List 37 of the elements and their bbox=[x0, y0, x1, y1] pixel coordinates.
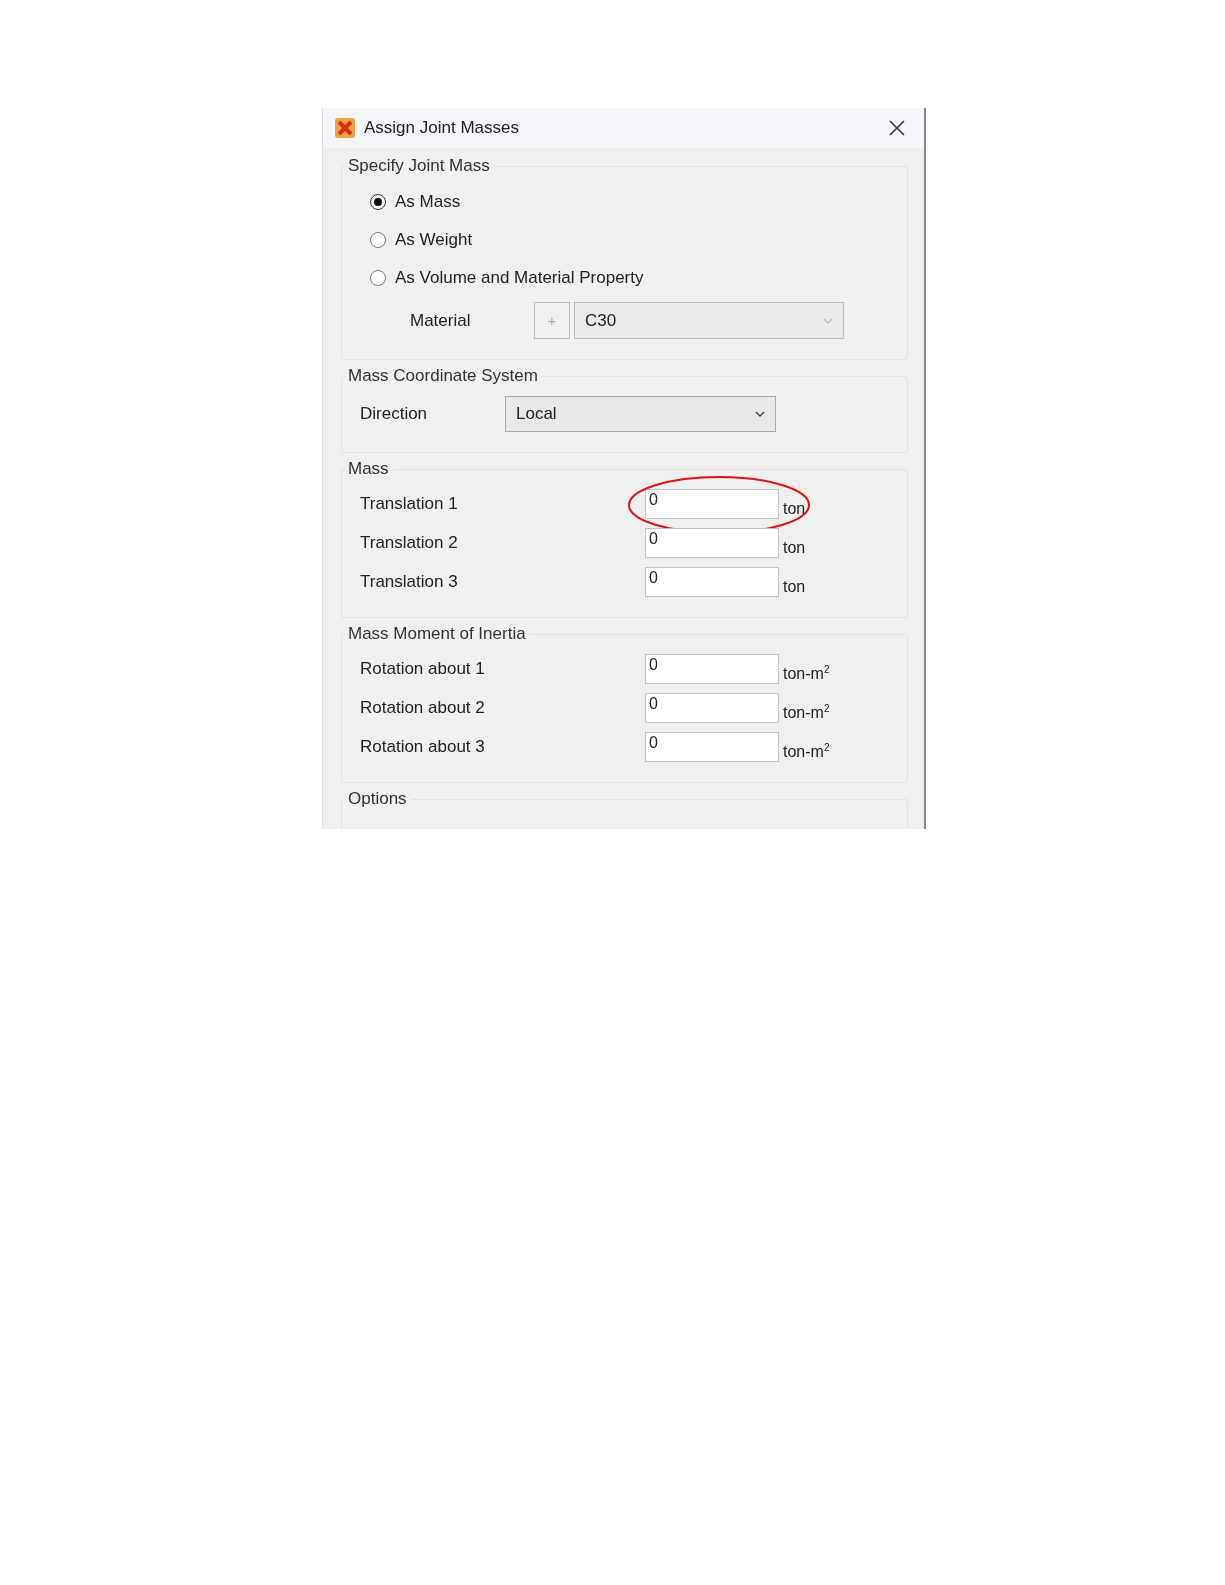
direction-dropdown[interactable]: Local bbox=[505, 396, 776, 432]
input-field[interactable]: 0 bbox=[645, 654, 779, 684]
group-title: Mass Coordinate System bbox=[347, 366, 539, 386]
unit-label: ton-m$^{2}$ bbox=[783, 744, 830, 760]
input-field[interactable]: 0 bbox=[645, 489, 779, 519]
radio-button[interactable] bbox=[370, 270, 386, 286]
input-field[interactable]: 0 bbox=[645, 528, 779, 558]
close-icon[interactable] bbox=[888, 119, 906, 137]
field-label: Translation 1 bbox=[360, 494, 459, 514]
unit-label: ton-m$^{2}$ bbox=[783, 666, 830, 682]
radio-label: As Volume and Material Property bbox=[395, 268, 644, 288]
caret-icon bbox=[823, 317, 833, 324]
group-title: Options bbox=[347, 789, 408, 809]
field-label: Rotation about 2 bbox=[360, 698, 486, 718]
field-label: Material bbox=[410, 310, 472, 331]
window-title: Assign Joint Masses bbox=[364, 118, 520, 138]
radio-button[interactable] bbox=[370, 232, 386, 248]
field-label: Translation 2 bbox=[360, 533, 459, 553]
radio-label: As Mass bbox=[395, 192, 461, 212]
input-field[interactable]: 0 bbox=[645, 567, 779, 597]
field-label: Rotation about 3 bbox=[360, 737, 486, 757]
radio-button[interactable] bbox=[370, 194, 386, 210]
unit-label: ton bbox=[783, 501, 806, 517]
group-title: Mass bbox=[347, 459, 390, 479]
input-field[interactable]: 0 bbox=[645, 732, 779, 762]
group-title: Specify Joint Mass bbox=[347, 156, 491, 176]
unit-label: ton-m$^{2}$ bbox=[783, 705, 830, 721]
caret-icon bbox=[755, 411, 765, 417]
app-icon bbox=[334, 117, 356, 139]
field-label: Direction bbox=[360, 404, 429, 424]
unit-label: ton bbox=[783, 579, 806, 595]
input-field[interactable]: 0 bbox=[645, 693, 779, 723]
field-label: Rotation about 1 bbox=[360, 659, 486, 679]
unit-label: ton bbox=[783, 540, 806, 556]
field-label: Translation 3 bbox=[360, 572, 459, 592]
radio-label: As Weight bbox=[395, 230, 473, 250]
group-title: Mass Moment of Inertia bbox=[347, 624, 527, 644]
